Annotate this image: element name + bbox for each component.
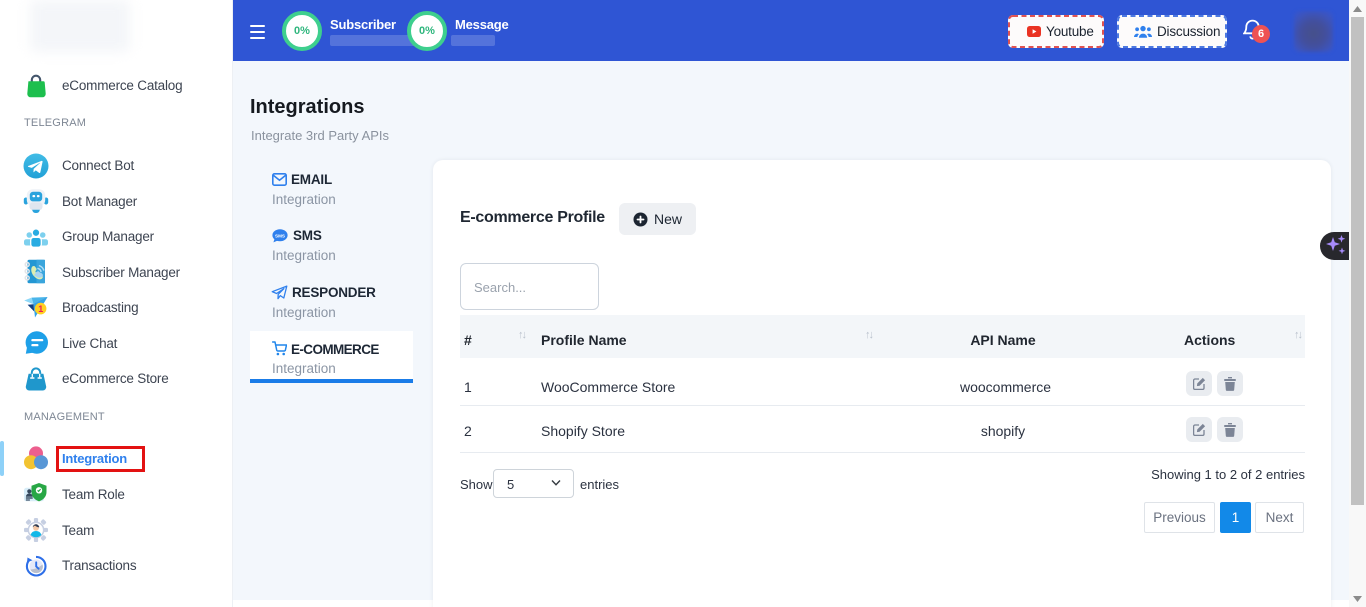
svg-text:SMS: SMS	[275, 233, 285, 238]
svg-text:1: 1	[38, 304, 43, 314]
